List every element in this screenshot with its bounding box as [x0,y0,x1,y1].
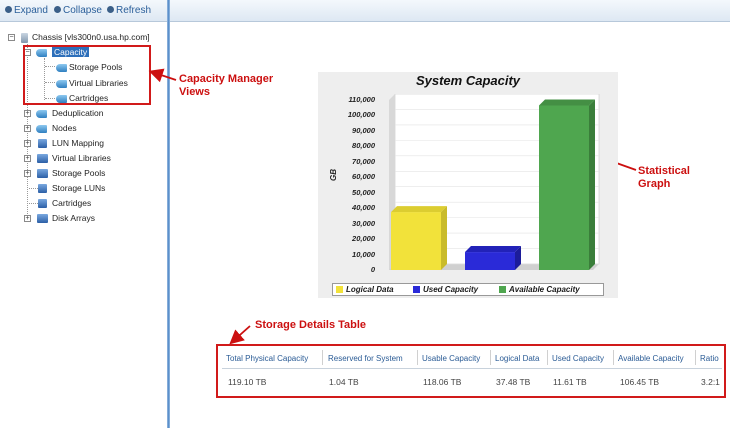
column-header: Usable Capacity [422,354,481,363]
y-tick-label: 20,000 [352,234,375,244]
chassis-icon [21,33,28,43]
deduplication-icon [36,110,47,118]
y-tick-label: 40,000 [352,203,375,213]
y-tick-label: 30,000 [352,218,375,228]
refresh-icon [107,6,114,13]
table-cell: 11.61 TB [553,377,587,387]
table-cell: 1.04 TB [329,377,359,387]
content-toolbar [170,0,730,22]
bar-top [539,99,595,106]
tree-toolbar: Expand Collapse Refresh [0,0,167,22]
table-cell: 3.2:1 [701,377,720,387]
refresh-button[interactable]: Refresh [107,5,151,16]
y-axis-label: GB [329,169,338,181]
expand-toggle-icon[interactable]: + [24,110,31,117]
legend-swatch [499,286,506,293]
disk-arrays-icon [37,214,48,223]
bar-side [441,206,447,270]
tree-item-storage-pools[interactable]: + Storage Pools [24,168,144,181]
chart-title: System Capacity [415,73,521,88]
chart-legend: Logical Data Used Capacity Available Cap… [332,283,604,296]
bar-used-capacity [465,252,515,270]
storage-details-table: Total Physical Capacity Reserved for Sys… [216,344,726,398]
column-header: Available Capacity [618,354,684,363]
tree-item-storage-luns[interactable]: Storage LUNs [24,183,144,196]
panel-splitter[interactable] [167,0,170,428]
legend-item-logical-data: Logical Data [336,285,394,294]
capacity-views-highlight [23,45,151,105]
bar-side [589,99,595,271]
y-tick-label: 90,000 [352,125,375,135]
column-header: Ratio [700,354,719,363]
lun-mapping-icon [38,139,47,148]
tree-item-disk-arrays[interactable]: + Disk Arrays [24,213,144,226]
annotation-graph: Statistical Graph [638,165,690,190]
legend-item-used-capacity: Used Capacity [413,285,478,294]
column-header: Total Physical Capacity [226,354,309,363]
legend-swatch [413,286,420,293]
column-divider [417,350,418,365]
collapse-button[interactable]: Collapse [54,5,102,16]
tree-item-chassis[interactable]: − Chassis [vls300n0.usa.hp.com] [8,32,168,45]
column-divider [695,350,696,365]
expand-toggle-icon[interactable]: + [24,215,31,222]
y-tick-label: 70,000 [352,156,375,166]
expand-icon [5,6,12,13]
tree-item-nodes[interactable]: + Nodes [24,123,144,136]
tree-item-cartridges[interactable]: Cartridges [24,198,144,211]
y-tick-label: 0 [370,265,375,274]
y-tick-label: 10,000 [352,249,375,259]
nodes-icon [36,125,47,133]
collapse-toggle-icon[interactable]: − [8,34,15,41]
expand-toggle-icon[interactable]: + [24,140,31,147]
legend-swatch [336,286,343,293]
table-cell: 37.48 TB [496,377,531,387]
y-tick-label: 100,000 [347,110,375,120]
column-divider [322,350,323,365]
header-divider [222,368,722,369]
column-header: Logical Data [495,354,540,363]
y-tick-label: 50,000 [352,187,375,197]
collapse-icon [54,6,61,13]
storage-luns-icon [38,184,47,193]
chart-plot [389,94,600,271]
table-cell: 118.06 TB [423,377,462,387]
tree-item-lun-mapping[interactable]: + LUN Mapping [24,138,144,151]
expand-toggle-icon[interactable]: + [24,125,31,132]
annotation-table: Storage Details Table [255,319,367,331]
y-tick-label: 110,000 [348,95,375,104]
expand-toggle-icon[interactable]: + [24,155,31,162]
legend-item-available-capacity: Available Capacity [499,285,580,294]
expand-button[interactable]: Expand [5,5,48,16]
tree-item-deduplication[interactable]: + Deduplication [24,108,144,121]
annotation-capacity-views: Capacity Manager Views [179,73,274,98]
bar-available-capacity [539,105,589,271]
column-divider [613,350,614,365]
column-header: Reserved for System [328,354,403,363]
table-cell: 106.45 TB [620,377,660,387]
arrow-table [229,325,251,345]
tree-item-virtual-libraries[interactable]: + Virtual Libraries [24,153,144,166]
bar-top [391,206,447,213]
table-cell: 119.10 TB [228,377,267,387]
cartridges-icon [38,199,47,208]
column-divider [490,350,491,365]
virtual-libraries-icon [37,154,48,163]
y-tick-label: 80,000 [352,141,375,151]
bar-logical-data [391,212,441,270]
column-divider [547,350,548,365]
bar-top [465,246,521,253]
storage-pools-icon [37,169,48,178]
expand-toggle-icon[interactable]: + [24,170,31,177]
column-header: Used Capacity [552,354,605,363]
